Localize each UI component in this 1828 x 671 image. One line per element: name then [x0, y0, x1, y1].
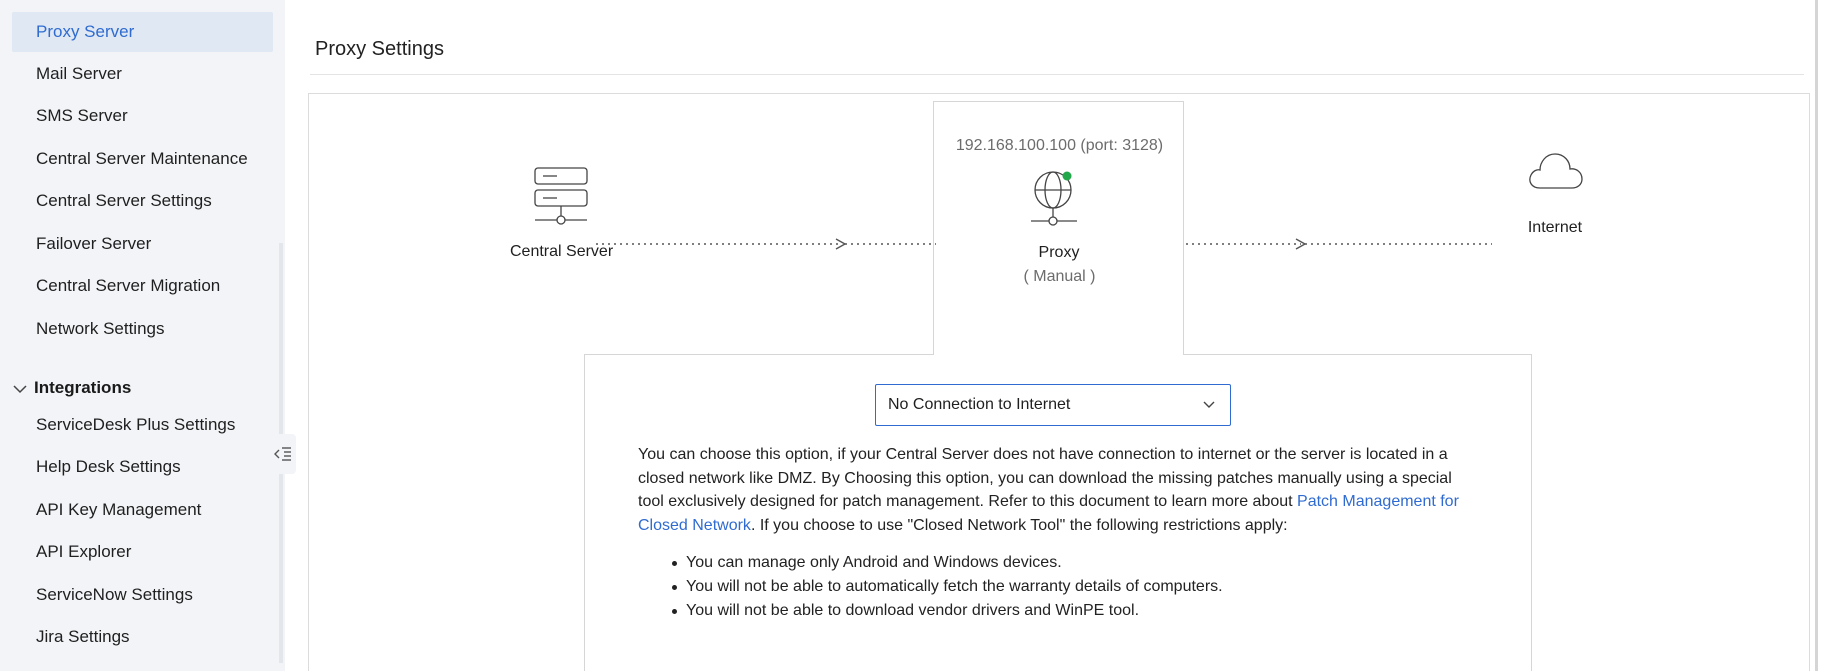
sidebar: Proxy Server Mail Server SMS Server Cent… — [0, 0, 285, 671]
sidebar-item-mail-server[interactable]: Mail Server — [12, 53, 273, 95]
list-item: You will not be able to download vendor … — [672, 599, 1223, 623]
list-item: You can manage only Android and Windows … — [672, 551, 1223, 575]
connection-type-value: No Connection to Internet — [888, 396, 1071, 413]
cloud-icon — [1529, 153, 1583, 189]
proxy-status-dot — [1062, 171, 1072, 181]
proxy-box-connector — [934, 353, 1183, 356]
sidebar-item-sms-server[interactable]: SMS Server — [12, 95, 273, 137]
sidebar-item-central-server-maintenance[interactable]: Central Server Maintenance — [12, 138, 273, 180]
proxy-ip-address: 192.168.100.100 (port: 3128) — [955, 137, 1164, 154]
page-scrollbar[interactable] — [1815, 0, 1818, 671]
restrictions-list: You can manage only Android and Windows … — [672, 551, 1223, 623]
list-item: You will not be able to automatically fe… — [672, 575, 1223, 599]
proxy-mode-label: ( Manual ) — [1023, 268, 1096, 285]
sidebar-collapse-button[interactable] — [270, 434, 296, 474]
sidebar-item-servicedesk-plus-settings[interactable]: ServiceDesk Plus Settings — [12, 404, 273, 446]
sidebar-item-failover-server[interactable]: Failover Server — [12, 223, 273, 265]
sidebar-section-integrations[interactable]: Integrations — [12, 373, 131, 403]
sidebar-collapse-icon — [274, 447, 291, 461]
page-title: Proxy Settings — [315, 38, 444, 60]
sidebar-item-network-settings[interactable]: Network Settings — [12, 308, 273, 350]
sidebar-section-label: Integrations — [34, 378, 132, 397]
sidebar-item-jira-settings[interactable]: Jira Settings — [12, 616, 273, 658]
server-icon — [534, 167, 588, 225]
proxy-globe-icon — [1031, 171, 1077, 226]
sidebar-item-servicenow-settings[interactable]: ServiceNow Settings — [12, 574, 273, 616]
sidebar-item-central-server-migration[interactable]: Central Server Migration — [12, 265, 273, 307]
sidebar-item-proxy-server[interactable]: Proxy Server — [12, 12, 273, 52]
chevron-down-icon — [1203, 401, 1215, 408]
chevron-down-icon — [13, 384, 27, 393]
connection-lines — [596, 238, 1492, 250]
sidebar-item-api-explorer[interactable]: API Explorer — [12, 531, 273, 573]
title-divider — [310, 74, 1804, 75]
sidebar-item-central-server-settings[interactable]: Central Server Settings — [12, 180, 273, 222]
connection-type-select[interactable]: No Connection to Internet — [875, 384, 1231, 426]
proxy-node-box: 192.168.100.100 (port: 3128) ( Manual ) — [933, 101, 1184, 355]
internet-label: Internet — [1527, 219, 1583, 236]
sidebar-item-api-key-management[interactable]: API Key Management — [12, 489, 273, 531]
description-text-2: . If you choose to use "Closed Network T… — [750, 516, 1288, 534]
sidebar-item-help-desk-settings[interactable]: Help Desk Settings — [12, 446, 273, 488]
connection-description: You can choose this option, if your Cent… — [638, 443, 1478, 537]
